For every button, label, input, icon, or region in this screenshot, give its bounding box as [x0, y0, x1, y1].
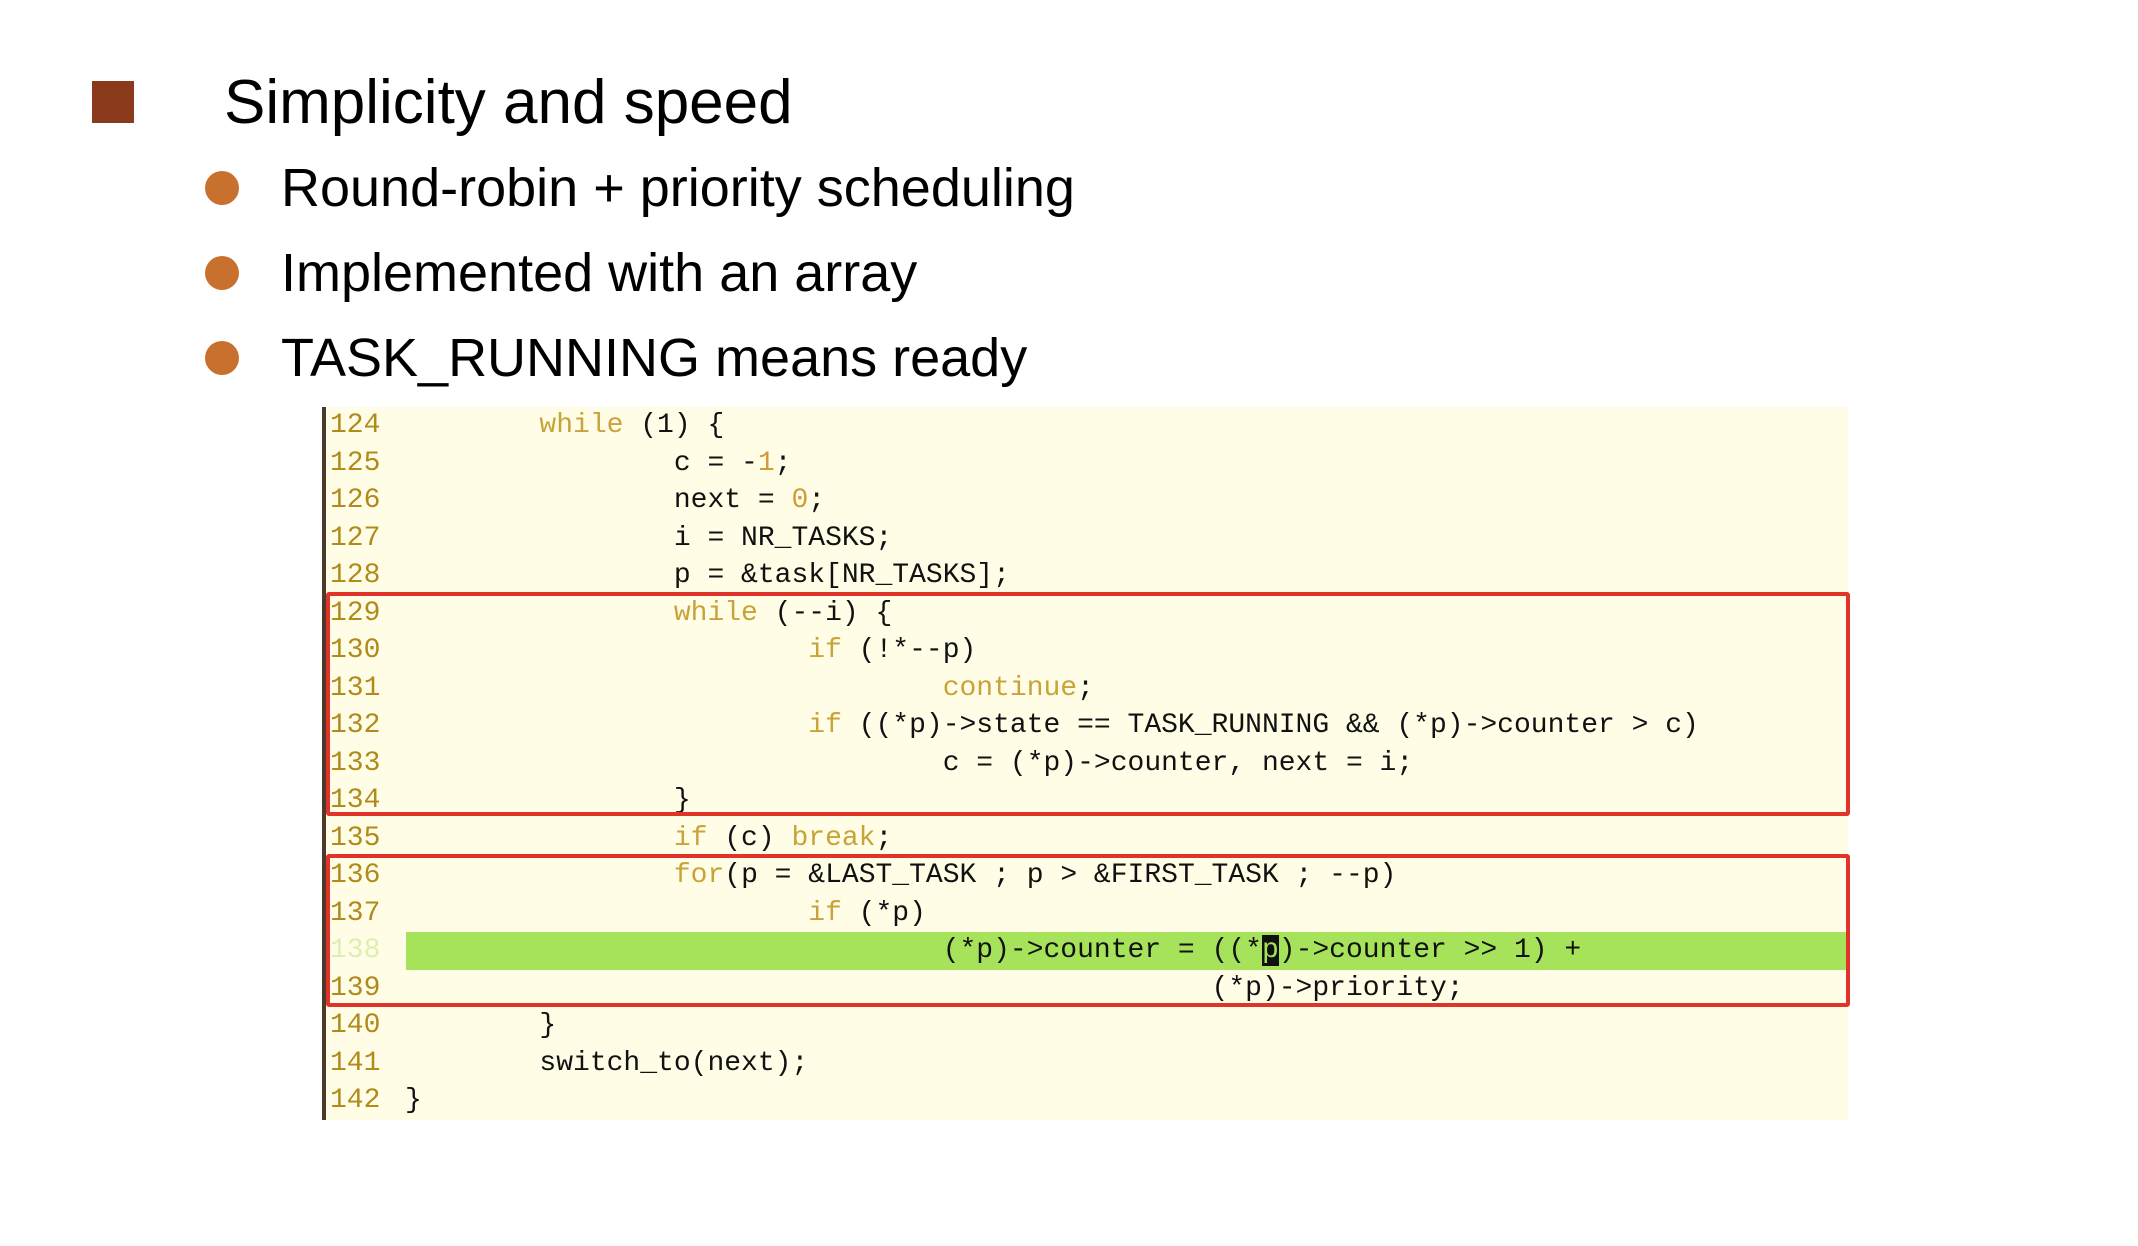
line-number: 124 [330, 410, 381, 441]
code-text: c = -1; [405, 445, 792, 483]
code-line: 135 if (c) break; [326, 820, 1848, 858]
code-segment: } [405, 1085, 422, 1116]
code-text: if (c) break; [405, 820, 892, 858]
highlight-box-for-loop [326, 854, 1850, 1007]
code-line: 140 } [326, 1007, 1848, 1045]
code-kw: if [673, 822, 708, 854]
heading-text: Simplicity and speed [224, 67, 793, 137]
code-line: 126 next = 0; [326, 482, 1848, 520]
line-number: 127 [330, 522, 381, 554]
square-bullet-icon [92, 81, 134, 123]
line-number: 135 [330, 822, 381, 854]
code-line: 127 i = NR_TASKS; [326, 520, 1848, 558]
code-segment: switch_to(next); [405, 1047, 809, 1079]
line-number: 125 [330, 447, 381, 479]
code-text: while (1) { [405, 407, 724, 445]
code-segment: p = &task[NR_TASKS]; [405, 560, 1010, 591]
code-num: 1 [757, 447, 775, 479]
code-text: i = NR_TASKS; [405, 520, 892, 558]
code-segment: next = [405, 485, 792, 516]
bullet-item: Implemented with an array [205, 238, 917, 308]
code-text: next = 0; [405, 482, 825, 520]
bullet-item: TASK_RUNNING means ready [205, 323, 1027, 393]
bullet-text: Implemented with an array [281, 243, 918, 303]
code-segment: c = - [405, 447, 758, 479]
code-text: p = &task[NR_TASKS]; [405, 557, 1010, 595]
code-line: 128 p = &task[NR_TASKS]; [326, 557, 1848, 595]
code-line: 125 c = -1; [326, 445, 1848, 483]
code-text: } [405, 1007, 556, 1045]
code-kw: break [791, 822, 876, 854]
line-number: 142 [330, 1085, 381, 1116]
code-segment: ; [808, 485, 826, 516]
code-block: 124 while (1) {125 c = -1; 126 next = 0; 1… [322, 407, 1850, 1120]
code-num: 0 [791, 485, 809, 516]
code-text: } [405, 1082, 422, 1120]
line-number: 128 [330, 560, 381, 591]
code-line: 141 switch_to(next); [326, 1045, 1848, 1083]
code-line: 142} [326, 1082, 1848, 1120]
circle-bullet-icon [205, 341, 239, 375]
line-number: 126 [330, 485, 381, 516]
code-segment: } [405, 1010, 557, 1041]
slide-heading: Simplicity and speed [92, 62, 793, 142]
code-segment: (c) [707, 822, 792, 854]
code-text: switch_to(next); [405, 1045, 808, 1083]
line-number: 141 [330, 1047, 381, 1079]
bullet-item: Round-robin + priority scheduling [205, 153, 1075, 223]
code-kw: while [539, 410, 624, 441]
code-segment: i = NR_TASKS; [405, 522, 893, 554]
line-number: 140 [330, 1010, 381, 1041]
code-line: 124 while (1) { [326, 407, 1848, 445]
highlight-box-while-loop [326, 592, 1850, 816]
circle-bullet-icon [205, 256, 239, 290]
circle-bullet-icon [205, 171, 239, 205]
bullet-text: Round-robin + priority scheduling [281, 158, 1075, 218]
code-segment: ; [774, 447, 792, 479]
code-segment: (1) { [623, 410, 725, 441]
code-segment: ; [875, 822, 893, 854]
bullet-text: TASK_RUNNING means ready [281, 328, 1028, 388]
